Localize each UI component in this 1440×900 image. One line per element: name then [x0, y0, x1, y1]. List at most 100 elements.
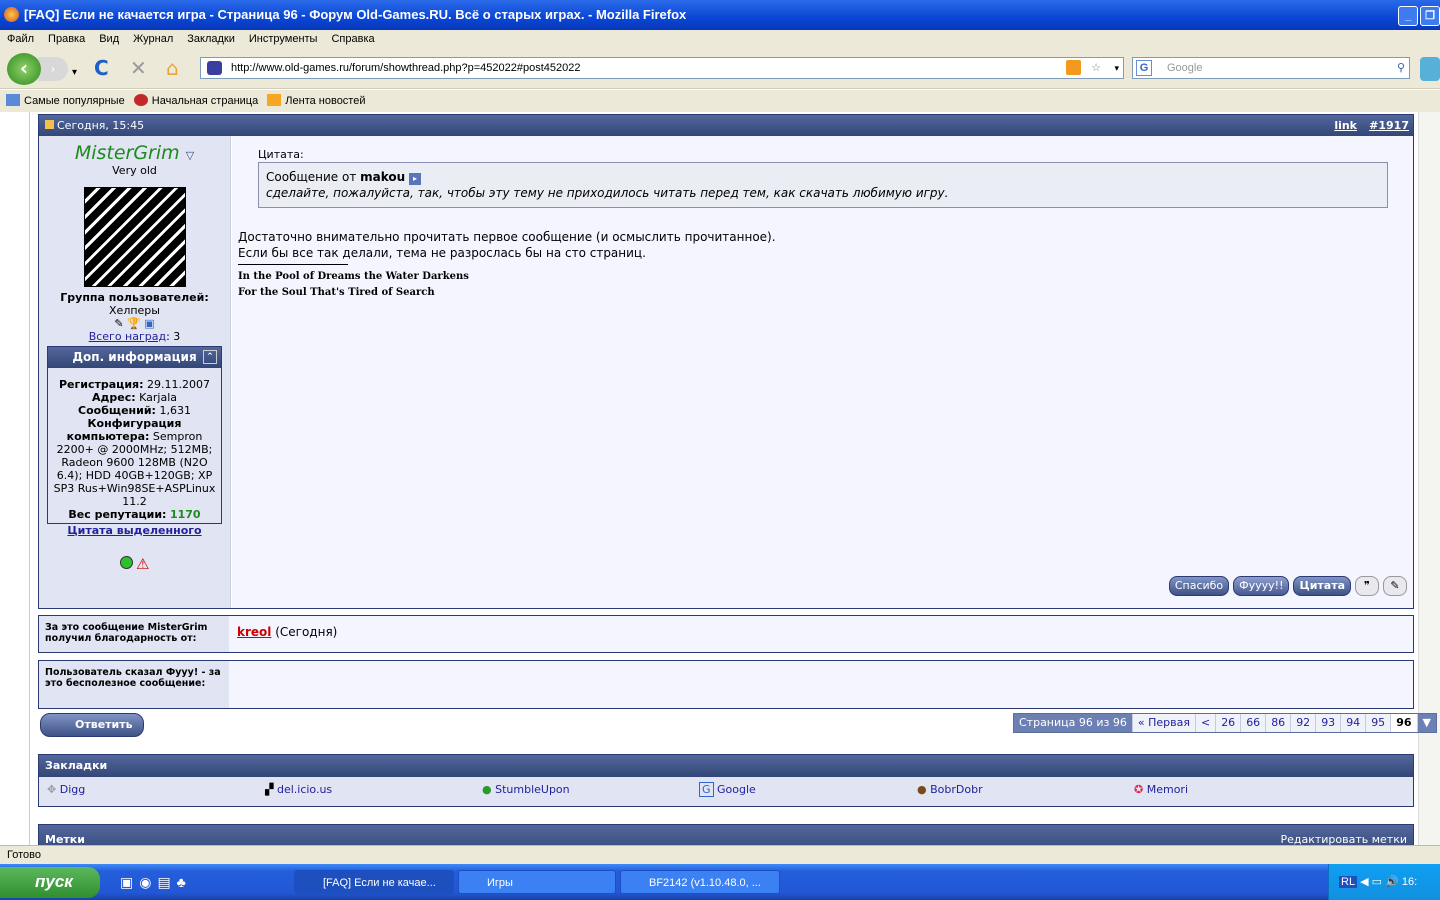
stop-icon[interactable]: ✕ [130, 58, 147, 78]
page-link[interactable]: 94 [1341, 714, 1367, 732]
quote-label: Цитата: [258, 148, 304, 161]
social-google[interactable]: G Google [699, 782, 756, 797]
star-bookmark-icon[interactable]: ☆ [1091, 58, 1101, 78]
post-link[interactable]: link [1334, 115, 1357, 136]
thanks-label: За это сообщение MisterGrim получил благ… [39, 616, 229, 652]
back-button[interactable]: ‹ [7, 53, 41, 85]
fuuu-button[interactable]: Фуууу!! [1233, 576, 1290, 596]
user-info-column: MisterGrim ▽ Very old Группа пользовател… [39, 136, 231, 608]
page-link[interactable]: 86 [1266, 714, 1292, 732]
restore-button[interactable]: ❐ [1420, 6, 1440, 26]
quote-box: Сообщение от makou ▸ сделайте, пожалуйст… [258, 162, 1388, 208]
tray-icons[interactable]: ◀ ▭ 🔊 [1360, 876, 1399, 888]
language-indicator[interactable]: RL [1339, 876, 1358, 888]
post: Сегодня, 15:45 link #1917 MisterGrim ▽ V… [38, 114, 1414, 609]
post-header: Сегодня, 15:45 link #1917 [39, 115, 1413, 136]
social-bobrdobr[interactable]: ● BobrDobr [917, 783, 983, 796]
page-content: Сегодня, 15:45 link #1917 MisterGrim ▽ V… [0, 112, 1440, 845]
menu-view[interactable]: Вид [92, 30, 126, 48]
social-stumbleupon[interactable]: ● StumbleUpon [482, 783, 570, 796]
fuuu-label: Пользователь сказал Фууу! - за это беспо… [39, 661, 229, 708]
minimize-button[interactable]: _ [1398, 6, 1418, 26]
quote-selected-link[interactable]: Цитата выделенного [67, 524, 201, 537]
folder-icon [6, 94, 20, 106]
social-delicious[interactable]: ▞ del.icio.us [265, 783, 332, 796]
google-engine-icon[interactable]: G [1136, 60, 1152, 76]
menu-edit[interactable]: Правка [41, 30, 92, 48]
quote-author: makou [360, 170, 406, 184]
bookmark-popular[interactable]: Самые популярные [24, 95, 125, 107]
extra-info-header[interactable]: Доп. информация ⌃ [48, 347, 221, 368]
post-number-link[interactable]: #1917 [1369, 115, 1409, 136]
menu-help[interactable]: Справка [324, 30, 381, 48]
menu-history[interactable]: Журнал [126, 30, 180, 48]
tags-section: Метки Редактировать метки [38, 824, 1414, 845]
extra-info-box: Доп. информация ⌃ Регистрация: 29.11.2007… [47, 346, 222, 524]
page-link[interactable]: 66 [1241, 714, 1267, 732]
search-input[interactable]: G Google ⚲ [1132, 57, 1410, 79]
page-link[interactable]: 93 [1316, 714, 1342, 732]
reload-icon[interactable]: C [94, 58, 109, 78]
signature: In the Pool of Dreams the Water Darkens F… [238, 271, 469, 298]
edit-tags-link[interactable]: Редактировать метки [1280, 829, 1407, 845]
awards-count: : 3 [166, 330, 181, 343]
thanks-user-link[interactable]: kreol [237, 625, 271, 639]
url-input[interactable]: http://www.old-games.ru/forum/showthread… [200, 57, 1124, 79]
quote-button[interactable]: Цитата [1293, 576, 1351, 596]
scrollbar[interactable] [1418, 112, 1440, 845]
rss-icon[interactable] [1066, 60, 1081, 75]
left-panel [0, 112, 30, 845]
page-jump-dropdown-icon[interactable]: ▼ [1417, 714, 1436, 732]
task-games[interactable]: Игры [458, 870, 616, 894]
quick-reply-icon[interactable]: ✎ [1383, 576, 1407, 596]
extension-icon[interactable] [1420, 57, 1440, 81]
rss-feed-icon [267, 94, 282, 106]
search-placeholder: Google [1167, 62, 1203, 74]
search-magnifier-icon[interactable]: ⚲ [1397, 58, 1405, 78]
quote-text: сделайте, пожалуйста, так, чтобы эту тем… [266, 186, 949, 200]
menu-tools[interactable]: Инструменты [242, 30, 325, 48]
task-bf2142[interactable]: BF2142 (v1.10.48.0, ... [620, 870, 780, 894]
pagination: Страница 96 из 96 « Первая < 26 66 86 92… [1013, 713, 1437, 733]
bookmark-start-page[interactable]: Начальная страница [152, 95, 258, 107]
social-digg[interactable]: ✥ Digg [47, 783, 85, 796]
menu-bookmarks[interactable]: Закладки [180, 30, 242, 48]
multiquote-icon[interactable]: ❞ [1355, 576, 1379, 596]
site-favicon [207, 61, 222, 75]
history-dropdown-icon[interactable]: ▾ [72, 63, 77, 83]
thanks-button[interactable]: Спасибо [1168, 576, 1230, 596]
social-bookmarks: Закладки ✥ Digg ▞ del.icio.us ● StumbleU… [38, 754, 1414, 807]
online-status-icon [119, 556, 133, 569]
fuuu-row: Пользователь сказал Фууу! - за это беспо… [38, 660, 1414, 709]
menu-file[interactable]: Файл [0, 30, 41, 48]
system-tray: RL ◀ ▭ 🔊 16: [1328, 864, 1440, 900]
reply-button[interactable]: Ответить [40, 713, 144, 737]
home-icon[interactable]: ⌂ [166, 58, 179, 78]
collapse-icon[interactable]: ⌃ [203, 350, 217, 364]
url-dropdown-icon[interactable]: ▾ [1114, 58, 1119, 78]
start-page-icon [133, 94, 148, 106]
page-link[interactable]: 92 [1291, 714, 1317, 732]
awards-link[interactable]: Всего наград [89, 330, 166, 343]
firefox-icon [4, 7, 19, 22]
page-prev[interactable]: < [1195, 714, 1217, 732]
bookmarks-toolbar: Самые популярные Начальная страница Лент… [0, 90, 1440, 112]
user-menu-chevron-icon[interactable]: ▽ [186, 149, 194, 162]
page-link[interactable]: 95 [1366, 714, 1392, 732]
quick-launch-icons[interactable]: ▣◉▤♣ [120, 874, 192, 891]
social-bookmarks-title: Закладки [39, 755, 1413, 777]
report-icon[interactable]: ⚠ [136, 555, 149, 573]
bookmark-news-feed[interactable]: Лента новостей [285, 95, 365, 107]
page-label: Страница 96 из 96 [1014, 714, 1133, 732]
post-date: Сегодня, 15:45 [57, 119, 145, 132]
page-first[interactable]: « Первая [1132, 714, 1196, 732]
social-memori[interactable]: ✪ Memori [1134, 783, 1188, 796]
view-post-icon[interactable]: ▸ [409, 173, 422, 185]
thanks-time: (Сегодня) [271, 625, 338, 639]
page-link[interactable]: 26 [1216, 714, 1242, 732]
username[interactable]: MisterGrim ▽ [39, 142, 230, 164]
forward-button[interactable]: › [38, 57, 68, 81]
user-avatar[interactable] [83, 187, 186, 287]
start-button[interactable]: пуск [0, 867, 100, 898]
task-firefox[interactable]: [FAQ] Если не качае... [294, 870, 454, 894]
